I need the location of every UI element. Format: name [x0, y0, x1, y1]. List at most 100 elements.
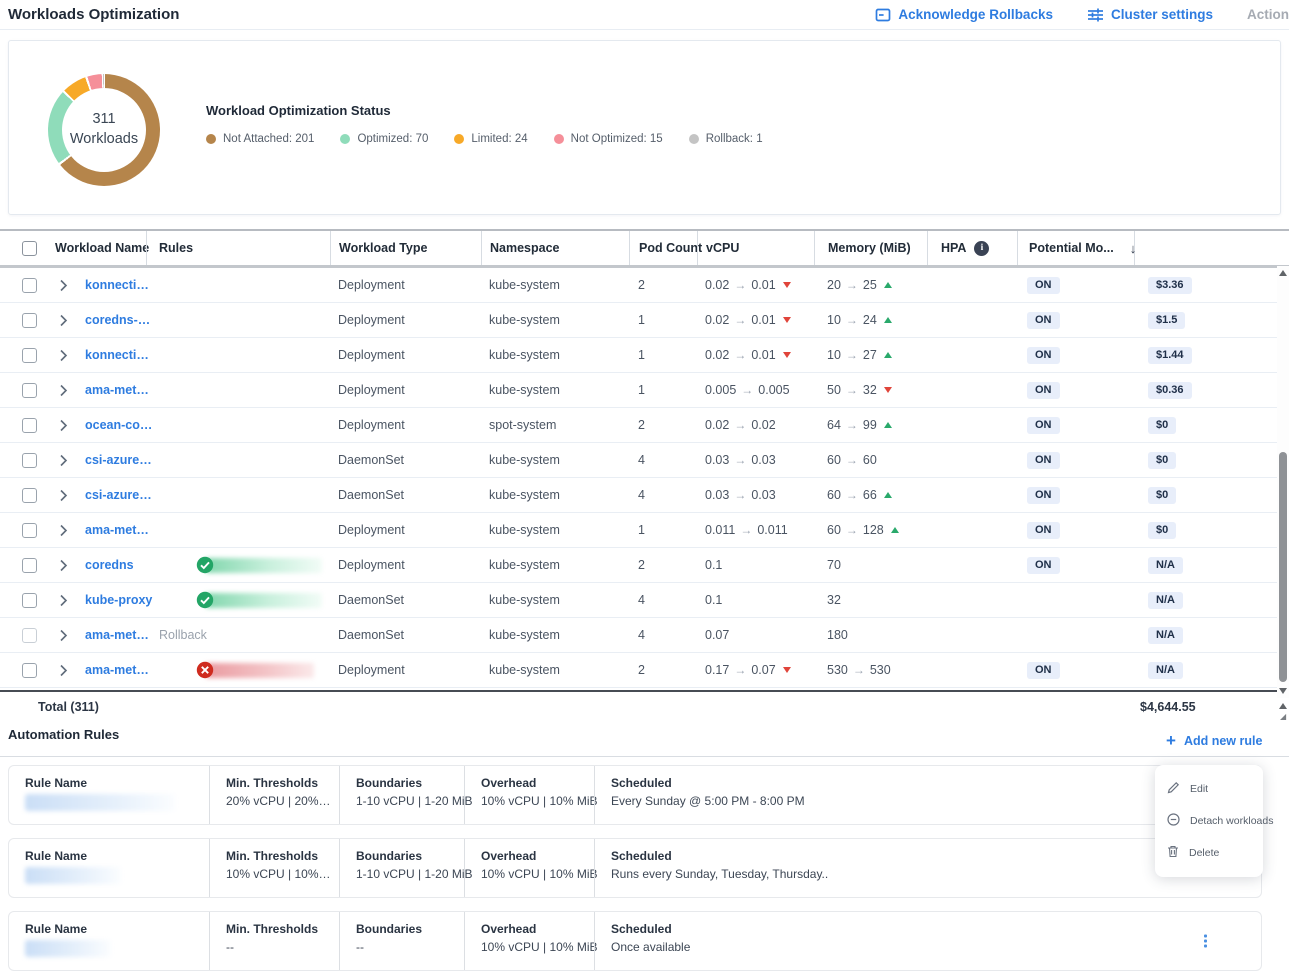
expand-chevron-icon[interactable] — [59, 419, 68, 432]
add-new-rule-button[interactable]: + Add new rule — [1166, 732, 1262, 749]
overhead-label: Overhead — [481, 849, 594, 863]
scroll-up-arrow[interactable] — [1279, 270, 1287, 276]
hpa-badge: ON — [1027, 452, 1060, 469]
hpa-info-icon[interactable]: i — [974, 241, 989, 256]
min-thresholds-value: 10% vCPU | 10%… — [226, 867, 339, 881]
change-arrow-icon: → — [846, 348, 858, 362]
legend-dot — [689, 134, 699, 144]
overhead-label: Overhead — [481, 922, 594, 936]
hpa-cell: ON — [927, 312, 1017, 329]
rule-actions-kebab-button[interactable] — [1200, 931, 1211, 952]
col-workload-name[interactable]: Workload Name — [52, 231, 146, 265]
total-scroll-up-arrow[interactable] — [1279, 703, 1287, 709]
rules-cell: Rollback — [146, 628, 330, 642]
expand-chevron-icon[interactable] — [59, 524, 68, 537]
change-arrow-icon: → — [846, 418, 858, 432]
workload-name-link[interactable]: csi-azure… — [78, 488, 152, 502]
vcpu-cell: 0.02→0.01 — [697, 313, 814, 327]
row-checkbox[interactable] — [22, 628, 37, 643]
hpa-cell: ON — [927, 417, 1017, 434]
expand-chevron-icon[interactable] — [59, 454, 68, 467]
workload-name-link[interactable]: csi-azure… — [78, 453, 152, 467]
row-checkbox[interactable] — [22, 593, 37, 608]
rules-cell — [146, 591, 330, 609]
top-bar: Workloads Optimization Acknowledge Rollb… — [0, 0, 1289, 30]
expand-chevron-icon[interactable] — [59, 314, 68, 327]
vcpu-cell: 0.1 — [697, 558, 814, 572]
workload-type-cell: DaemonSet — [330, 628, 481, 642]
expand-chevron-icon[interactable] — [59, 349, 68, 362]
actions-button[interactable]: Action — [1247, 7, 1289, 22]
trend-up-icon — [884, 492, 892, 498]
trend-up-icon — [884, 422, 892, 428]
row-checkbox[interactable] — [22, 523, 37, 538]
context-menu-item-detach-workloads[interactable]: Detach workloads — [1155, 805, 1263, 837]
memory-cell: 50→32 — [814, 383, 927, 397]
workload-name-link[interactable]: ama-met… — [78, 523, 149, 537]
legend-item: Limited: 24 — [454, 133, 527, 145]
topbar-actions: Acknowledge Rollbacks Cluster settings A… — [875, 7, 1289, 23]
rule-status-text: Rollback — [146, 628, 207, 642]
resize-grip-icon[interactable]: ◢ — [1280, 712, 1286, 721]
row-checkbox[interactable] — [22, 278, 37, 293]
select-all-checkbox[interactable] — [22, 241, 37, 256]
row-checkbox[interactable] — [22, 558, 37, 573]
col-pod-count[interactable]: Pod Count — [629, 231, 697, 265]
workload-name-link[interactable]: coredns — [78, 558, 134, 572]
context-menu-item-delete[interactable]: Delete — [1155, 837, 1263, 869]
hpa-cell: ON — [927, 522, 1017, 539]
workload-name-link[interactable]: ama-met… — [78, 628, 149, 642]
legend-item: Rollback: 1 — [689, 133, 763, 145]
expand-chevron-icon[interactable] — [59, 489, 68, 502]
memory-cell: 10→24 — [814, 313, 927, 327]
expand-chevron-icon[interactable] — [59, 279, 68, 292]
scrollbar-thumb[interactable] — [1279, 452, 1287, 682]
row-checkbox[interactable] — [22, 383, 37, 398]
col-vcpu[interactable]: vCPU — [697, 231, 814, 265]
col-hpa[interactable]: HPA i — [927, 231, 1017, 265]
expand-chevron-icon[interactable] — [59, 664, 68, 677]
col-rules[interactable]: Rules — [146, 231, 330, 265]
workload-name-link[interactable]: ocean-co… — [78, 418, 152, 432]
workload-name-link[interactable]: ama-met… — [78, 383, 149, 397]
trend-down-icon — [783, 667, 791, 673]
table-row: ama-met… Deployment kube-system 1 0.005→… — [0, 373, 1289, 408]
rule-name-label: Rule Name — [25, 776, 209, 790]
expand-chevron-icon[interactable] — [59, 384, 68, 397]
redacted-rule-name — [206, 663, 314, 678]
scroll-down-arrow[interactable] — [1279, 688, 1287, 694]
workload-name-link[interactable]: ama-met… — [78, 663, 149, 677]
table-row: ama-met… Deployment kube-system 1 0.011→… — [0, 513, 1289, 548]
expand-chevron-icon[interactable] — [59, 559, 68, 572]
row-checkbox[interactable] — [22, 488, 37, 503]
row-checkbox[interactable] — [22, 418, 37, 433]
pod-count-cell: 1 — [629, 313, 697, 327]
row-checkbox[interactable] — [22, 313, 37, 328]
expand-chevron-icon[interactable] — [59, 629, 68, 642]
context-menu-item-edit[interactable]: Edit — [1155, 773, 1263, 805]
workload-name-link[interactable]: konnecti… — [78, 348, 149, 362]
cluster-settings-button[interactable]: Cluster settings — [1087, 7, 1213, 23]
col-potential-savings[interactable]: Potential Mo... ↓ — [1017, 231, 1135, 265]
rule-context-menu: Edit Detach workloads Delete — [1155, 765, 1263, 877]
row-checkbox[interactable] — [22, 663, 37, 678]
col-workload-type[interactable]: Workload Type — [330, 231, 481, 265]
vcpu-cell: 0.02→0.02 — [697, 418, 814, 432]
row-checkbox[interactable] — [22, 348, 37, 363]
vertical-scrollbar[interactable] — [1277, 266, 1289, 698]
vcpu-cell: 0.005→0.005 — [697, 383, 814, 397]
acknowledge-rollbacks-button[interactable]: Acknowledge Rollbacks — [875, 7, 1053, 23]
workload-name-link[interactable]: kube-proxy — [78, 593, 152, 607]
col-namespace[interactable]: Namespace — [481, 231, 629, 265]
workload-type-cell: DaemonSet — [330, 453, 481, 467]
pod-count-cell: 1 — [629, 523, 697, 537]
workload-name-link[interactable]: coredns-… — [78, 313, 150, 327]
workload-name-link[interactable]: konnecti… — [78, 278, 149, 292]
vcpu-cell: 0.03→0.03 — [697, 453, 814, 467]
pod-count-cell: 1 — [629, 383, 697, 397]
row-checkbox[interactable] — [22, 453, 37, 468]
change-arrow-icon: → — [734, 418, 746, 432]
col-memory[interactable]: Memory (MiB) — [814, 231, 927, 265]
expand-chevron-icon[interactable] — [59, 594, 68, 607]
namespace-cell: kube-system — [481, 383, 629, 397]
